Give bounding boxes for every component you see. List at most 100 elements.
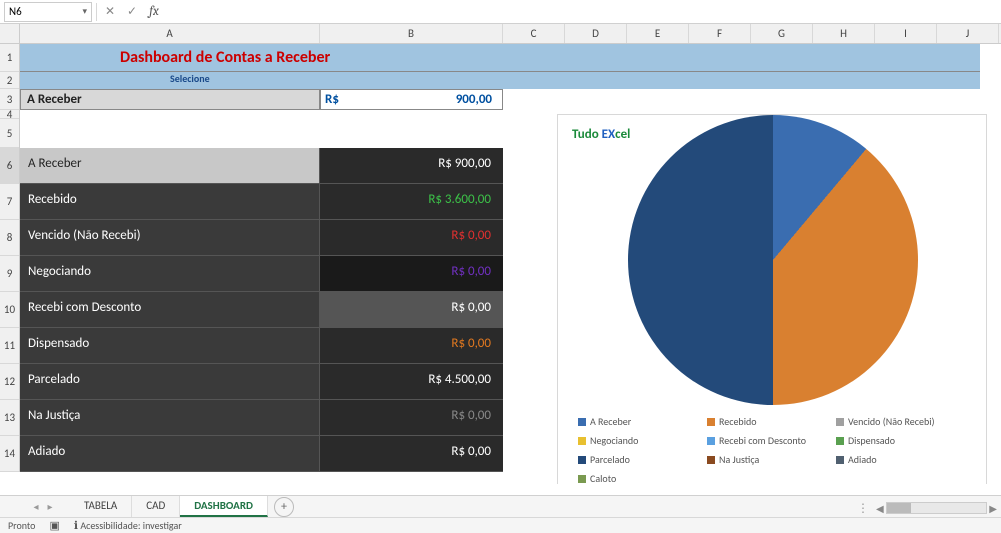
legend-label: Recebi com Desconto — [719, 434, 806, 447]
row-header-8[interactable]: 8 — [0, 220, 19, 256]
legend-item[interactable]: Parcelado — [578, 453, 693, 466]
row-label: Dispensado — [20, 328, 320, 364]
table-row[interactable]: A ReceberR$ 900,00 — [20, 148, 503, 184]
tab-split-handle[interactable]: ⋮ — [857, 501, 870, 516]
row-label: Recebi com Desconto — [20, 292, 320, 328]
horizontal-scrollbar[interactable]: ⋮ ◀ ▶ — [857, 501, 997, 515]
sheet-nav: ◂ ▸ — [30, 500, 56, 513]
row-header-14[interactable]: 14 — [0, 436, 19, 472]
col-header-G[interactable]: G — [751, 24, 813, 43]
sheet-next-icon[interactable]: ▸ — [44, 500, 56, 513]
accessibility-icon: ℹ — [74, 519, 78, 532]
fx-icon[interactable]: fx — [145, 3, 163, 21]
row-header-7[interactable]: 7 — [0, 184, 19, 220]
legend-swatch — [578, 437, 586, 445]
formula-bar: N6 ▾ ✕ ✓ fx — [0, 0, 1001, 24]
row-header-13[interactable]: 13 — [0, 400, 19, 436]
row-label: Negociando — [20, 256, 320, 292]
formula-input[interactable] — [167, 2, 997, 22]
scroll-left-icon[interactable]: ◀ — [876, 502, 884, 515]
summary-row: A Receber R$ 900,00 — [20, 89, 503, 110]
row-header-9[interactable]: 9 — [0, 256, 19, 292]
legend-label: Na Justiça — [719, 453, 759, 466]
legend-swatch — [707, 456, 715, 464]
row-value: R$ 0,00 — [320, 400, 503, 436]
col-header-F[interactable]: F — [689, 24, 751, 43]
pie-slices — [628, 115, 918, 405]
row-header-4[interactable]: 4 — [0, 110, 19, 119]
legend-item[interactable]: Recebi com Desconto — [707, 434, 822, 447]
row-headers: 1234567891011121314 — [0, 44, 20, 472]
legend-label: A Receber — [590, 415, 631, 428]
scroll-track[interactable] — [886, 502, 988, 514]
row-header-10[interactable]: 10 — [0, 292, 19, 328]
table-row[interactable]: AdiadoR$ 0,00 — [20, 436, 503, 472]
legend-item[interactable]: Negociando — [578, 434, 693, 447]
row-value: R$ 0,00 — [320, 328, 503, 364]
macro-record-icon[interactable]: ▣ — [49, 519, 59, 532]
row-value: R$ 0,00 — [320, 220, 503, 256]
row-header-5[interactable]: 5 — [0, 119, 19, 148]
col-header-A[interactable]: A — [20, 24, 320, 43]
legend-item[interactable]: Dispensado — [836, 434, 951, 447]
sheet-tab-cad[interactable]: CAD — [132, 496, 180, 517]
row-header-6[interactable]: 6 — [0, 148, 19, 184]
legend-item[interactable]: A Receber — [578, 415, 693, 428]
col-header-H[interactable]: H — [813, 24, 875, 43]
legend-swatch — [578, 475, 586, 483]
summary-value: 900,00 — [350, 89, 503, 110]
selecione-label[interactable]: Selecione — [170, 72, 210, 85]
pie-chart[interactable]: Tudo EXcel A ReceberRecebidoVencido (Não… — [557, 114, 987, 484]
legend-item[interactable]: Recebido — [707, 415, 822, 428]
summary-label[interactable]: A Receber — [20, 89, 320, 110]
col-header-C[interactable]: C — [503, 24, 565, 43]
table-row[interactable]: DispensadoR$ 0,00 — [20, 328, 503, 364]
table-row[interactable]: Recebi com DescontoR$ 0,00 — [20, 292, 503, 328]
cells-area[interactable]: Dashboard de Contas a Receber Selecione … — [20, 44, 1001, 484]
add-sheet-button[interactable]: + — [274, 497, 294, 517]
row-label: Parcelado — [20, 364, 320, 400]
row-value: R$ 4.500,00 — [320, 364, 503, 400]
scroll-right-icon[interactable]: ▶ — [989, 502, 997, 515]
table-row[interactable]: ParceladoR$ 4.500,00 — [20, 364, 503, 400]
row-value: R$ 900,00 — [320, 148, 503, 184]
table-row[interactable]: Vencido (Não Recebi)R$ 0,00 — [20, 220, 503, 256]
row-header-2[interactable]: 2 — [0, 72, 19, 89]
legend-swatch — [836, 456, 844, 464]
table-row[interactable]: NegociandoR$ 0,00 — [20, 256, 503, 292]
sheet-prev-icon[interactable]: ◂ — [30, 500, 42, 513]
col-header-B[interactable]: B — [320, 24, 503, 43]
legend-item[interactable]: Adiado — [836, 453, 951, 466]
chevron-down-icon[interactable]: ▾ — [82, 6, 87, 17]
col-header-J[interactable]: J — [937, 24, 999, 43]
col-header-D[interactable]: D — [565, 24, 627, 43]
col-header-I[interactable]: I — [875, 24, 937, 43]
legend-label: Dispensado — [848, 434, 895, 447]
legend-swatch — [578, 418, 586, 426]
cell-reference: N6 — [9, 5, 22, 18]
row-header-1[interactable]: 1 — [0, 44, 19, 72]
status-ready: Pronto — [8, 519, 35, 532]
row-value: R$ 3.600,00 — [320, 184, 503, 220]
row-label: Na Justiça — [20, 400, 320, 436]
sheet-tab-dashboard[interactable]: DASHBOARD — [180, 496, 268, 517]
row-header-11[interactable]: 11 — [0, 328, 19, 364]
row-label: Recebido — [20, 184, 320, 220]
cancel-formula-icon[interactable]: ✕ — [101, 3, 119, 21]
accept-formula-icon[interactable]: ✓ — [123, 3, 141, 21]
row-header-12[interactable]: 12 — [0, 364, 19, 400]
sheet-tab-bar: ◂ ▸ TABELACADDASHBOARD + — [0, 495, 1001, 517]
legend-item[interactable]: Vencido (Não Recebi) — [836, 415, 951, 428]
legend-swatch — [578, 456, 586, 464]
table-row[interactable]: RecebidoR$ 3.600,00 — [20, 184, 503, 220]
name-box[interactable]: N6 ▾ — [4, 2, 92, 22]
legend-item[interactable]: Caloto — [578, 472, 693, 484]
select-all-corner[interactable] — [0, 24, 20, 44]
accessibility-status[interactable]: ℹ Acessibilidade: investigar — [74, 519, 182, 532]
table-row[interactable]: Na JustiçaR$ 0,00 — [20, 400, 503, 436]
scroll-thumb[interactable] — [887, 503, 911, 513]
sheet-tab-tabela[interactable]: TABELA — [70, 496, 132, 517]
legend-item[interactable]: Na Justiça — [707, 453, 822, 466]
col-header-E[interactable]: E — [627, 24, 689, 43]
spreadsheet-grid: ABCDEFGHIJ 1234567891011121314 Dashboard… — [0, 24, 1001, 484]
